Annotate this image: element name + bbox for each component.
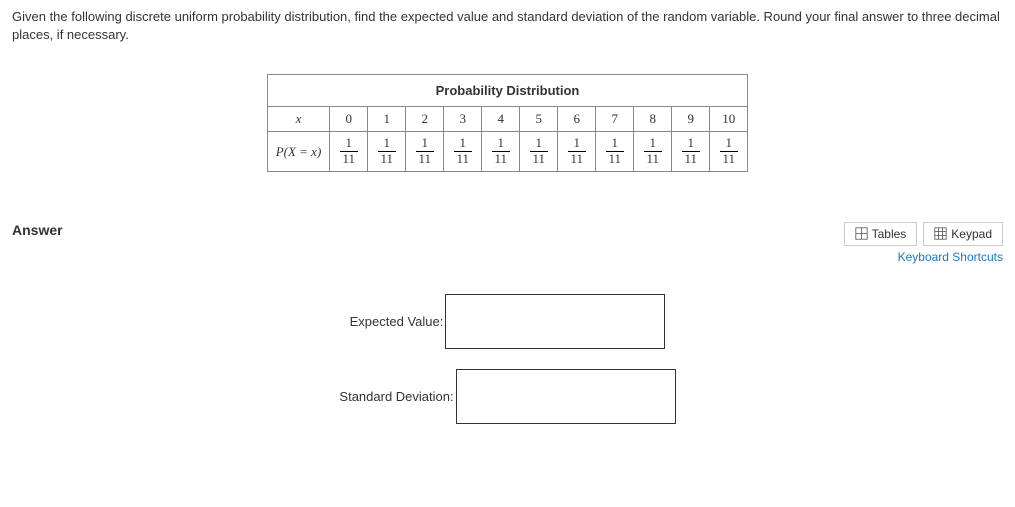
px-value: 111	[558, 132, 596, 171]
x-value: 9	[672, 107, 710, 132]
px-value: 111	[330, 132, 368, 171]
x-value: 7	[596, 107, 634, 132]
inputs-area: Expected Value: Standard Deviation:	[12, 294, 1003, 424]
keyboard-shortcuts-link[interactable]: Keyboard Shortcuts	[898, 250, 1003, 264]
x-value: 1	[368, 107, 406, 132]
x-value: 5	[520, 107, 558, 132]
probability-table: Probability Distribution x 0 1 2 3 4 5 6…	[267, 74, 749, 171]
probability-table-container: Probability Distribution x 0 1 2 3 4 5 6…	[12, 74, 1003, 171]
answer-header-row: Answer Tables Keypad Keyboard Shortcuts	[12, 222, 1003, 264]
px-value: 111	[520, 132, 558, 171]
x-value: 6	[558, 107, 596, 132]
px-value: 111	[634, 132, 672, 171]
x-value: 8	[634, 107, 672, 132]
x-row: x 0 1 2 3 4 5 6 7 8 9 10	[267, 107, 748, 132]
x-value: 2	[406, 107, 444, 132]
expected-value-row: Expected Value:	[350, 294, 666, 349]
standard-deviation-input[interactable]	[456, 369, 676, 424]
tools-area: Tables Keypad Keyboard Shortcuts	[844, 222, 1003, 264]
tool-buttons: Tables Keypad	[844, 222, 1003, 246]
x-value: 3	[444, 107, 482, 132]
px-label: P(X = x)	[267, 132, 330, 171]
px-value: 111	[596, 132, 634, 171]
px-row: P(X = x) 111 111 111 111 111 111 111 111…	[267, 132, 748, 171]
x-value: 0	[330, 107, 368, 132]
px-value: 111	[406, 132, 444, 171]
keypad-button[interactable]: Keypad	[923, 222, 1003, 246]
x-value: 10	[710, 107, 748, 132]
tables-button-label: Tables	[872, 227, 907, 241]
px-value: 111	[482, 132, 520, 171]
expected-value-label: Expected Value:	[350, 314, 444, 329]
px-value: 111	[710, 132, 748, 171]
tables-button[interactable]: Tables	[844, 222, 918, 246]
keypad-icon	[934, 227, 947, 240]
answer-heading: Answer	[12, 222, 63, 238]
x-value: 4	[482, 107, 520, 132]
px-value: 111	[672, 132, 710, 171]
px-value: 111	[444, 132, 482, 171]
grid-icon	[855, 227, 868, 240]
px-value: 111	[368, 132, 406, 171]
x-label: x	[267, 107, 330, 132]
table-title: Probability Distribution	[267, 75, 748, 107]
standard-deviation-label: Standard Deviation:	[339, 389, 453, 404]
keypad-button-label: Keypad	[951, 227, 992, 241]
question-text: Given the following discrete uniform pro…	[12, 8, 1003, 44]
expected-value-input[interactable]	[445, 294, 665, 349]
standard-deviation-row: Standard Deviation:	[339, 369, 675, 424]
